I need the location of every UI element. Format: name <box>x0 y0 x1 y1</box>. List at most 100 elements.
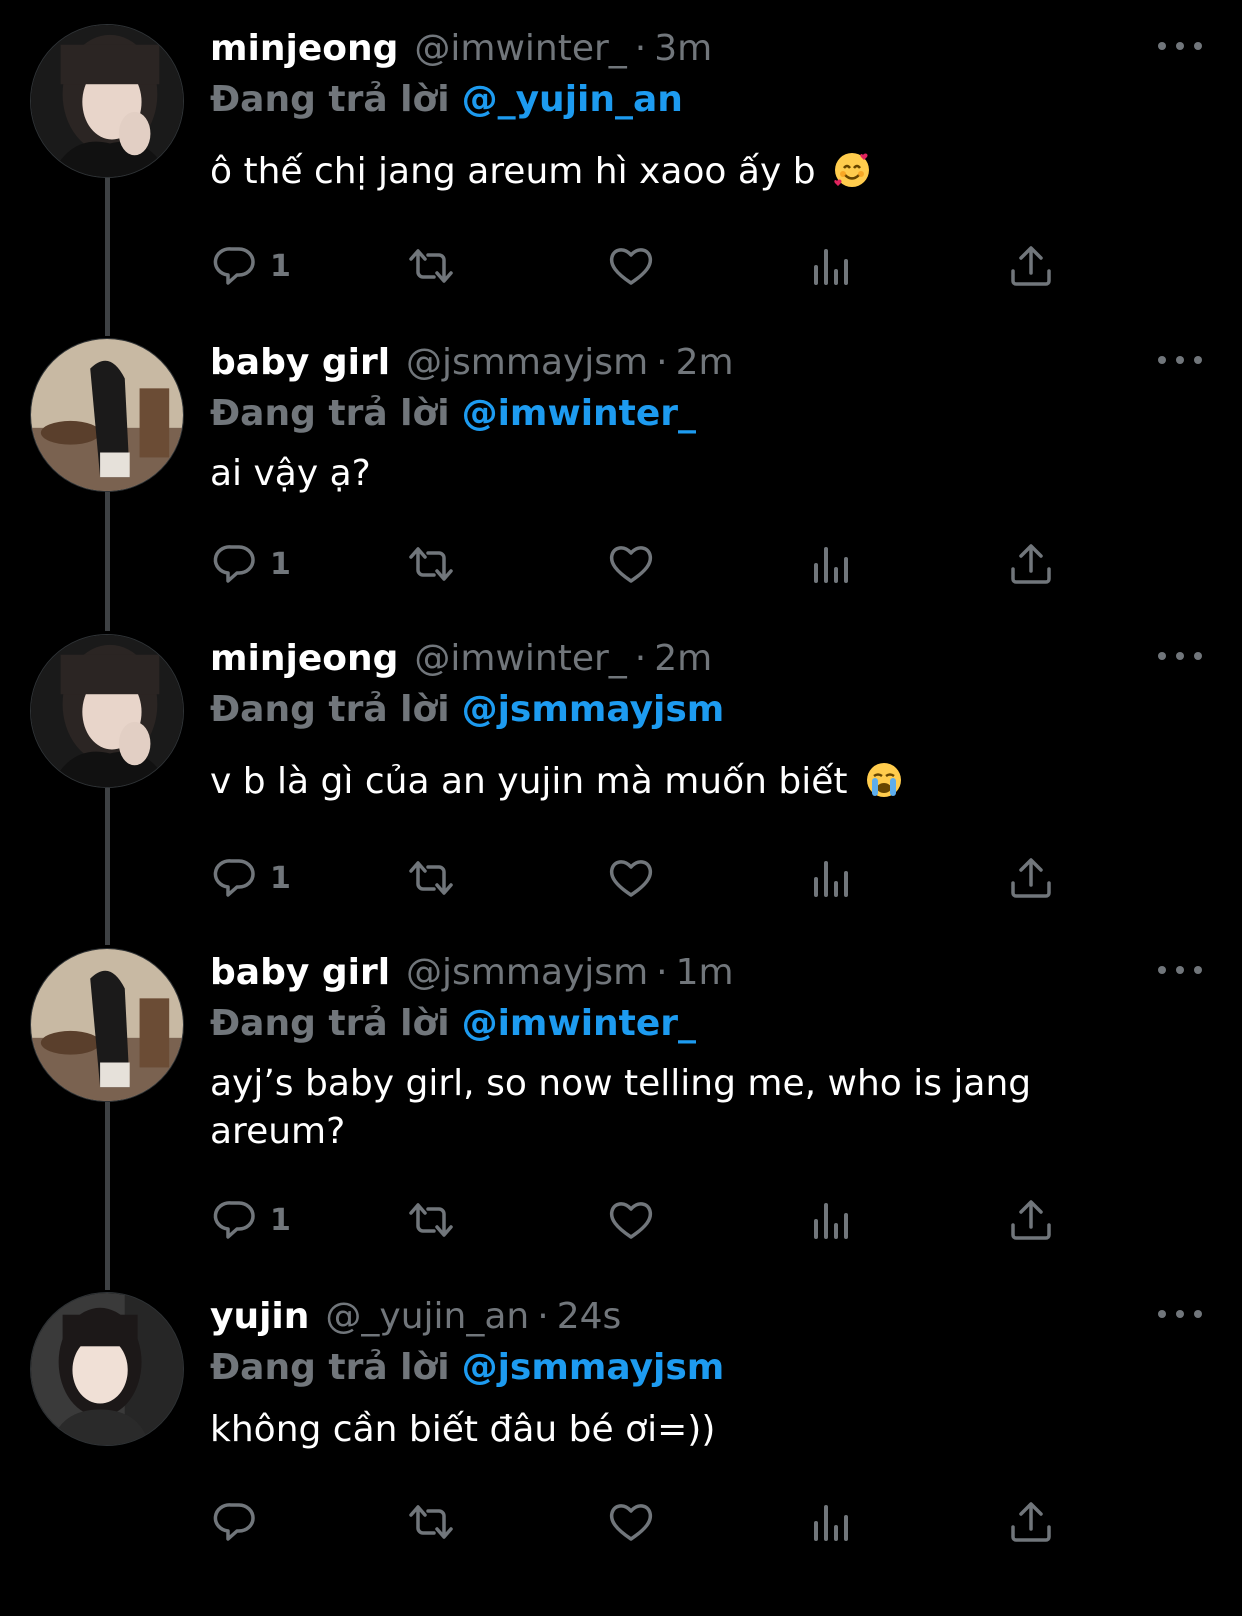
reply-button[interactable]: 1 <box>210 1194 291 1246</box>
avatar-photo <box>31 949 183 1101</box>
more-options-button[interactable] <box>1158 646 1202 666</box>
avatar-photo <box>31 25 183 177</box>
reply-icon <box>213 1503 255 1541</box>
share-button[interactable] <box>1006 240 1056 292</box>
retweet-button[interactable] <box>406 240 456 292</box>
views-button[interactable] <box>806 1496 856 1548</box>
display-name[interactable]: minjeong <box>210 638 398 679</box>
more-options-button[interactable] <box>1158 1304 1202 1324</box>
like-button[interactable] <box>606 1194 656 1246</box>
heart-icon <box>609 860 653 897</box>
avatar[interactable] <box>30 1292 184 1446</box>
reply-button[interactable]: 1 <box>210 852 291 904</box>
avatar[interactable] <box>30 634 184 788</box>
user-handle[interactable]: @jsmmayjsm <box>406 952 648 993</box>
share-button[interactable] <box>1006 1194 1056 1246</box>
retweet-button[interactable] <box>406 1496 456 1548</box>
avatar[interactable] <box>30 24 184 178</box>
replying-to-label: Đang trả lời <box>210 393 450 434</box>
reply-to-handle[interactable]: @_yujin_an <box>462 79 683 120</box>
like-button[interactable] <box>606 240 656 292</box>
reply-to-handle[interactable]: @imwinter_ <box>462 1003 696 1044</box>
views-button[interactable] <box>806 240 856 292</box>
smiling-face-with-hearts-icon <box>834 153 870 187</box>
user-handle[interactable]: @_yujin_an <box>325 1296 529 1337</box>
timestamp[interactable]: 2m <box>654 638 712 679</box>
like-button[interactable] <box>606 852 656 904</box>
reply-count: 1 <box>270 248 291 284</box>
views-button[interactable] <box>806 852 856 904</box>
timestamp[interactable]: 3m <box>654 28 712 69</box>
tweet-text-block: ayj’s baby girl, so now telling me, who … <box>210 1060 1090 1156</box>
share-button[interactable] <box>1006 852 1056 904</box>
like-button[interactable] <box>606 538 656 590</box>
reply-count: 1 <box>270 546 291 582</box>
retweet-button[interactable] <box>406 1194 456 1246</box>
share-icon <box>1011 544 1051 584</box>
views-button[interactable] <box>806 1194 856 1246</box>
views-button[interactable] <box>806 538 856 590</box>
replying-to-label: Đang trả lời <box>210 1347 450 1388</box>
action-bar: 1 <box>210 240 1110 292</box>
retweet-button[interactable] <box>406 538 456 590</box>
share-button[interactable] <box>1006 538 1056 590</box>
views-icon <box>814 547 848 583</box>
replying-to-label: Đang trả lời <box>210 689 450 730</box>
retweet-button[interactable] <box>406 852 456 904</box>
retweet-icon <box>409 547 453 581</box>
more-icon <box>1158 966 1166 974</box>
reply-count: 1 <box>270 1202 291 1238</box>
action-bar: 1 <box>210 538 1110 590</box>
reply-icon <box>213 859 255 897</box>
replying-to-label: Đang trả lời <box>210 1003 450 1044</box>
user-handle[interactable]: @imwinter_ <box>414 28 626 69</box>
share-button[interactable] <box>1006 1496 1056 1548</box>
tweet-text-block: ai vậy ạ? <box>210 450 1182 498</box>
retweet-icon <box>409 1505 453 1539</box>
reply-to-handle[interactable]: @jsmmayjsm <box>462 1347 725 1388</box>
tweet[interactable]: minjeong @imwinter_ · 2m Đang trả lời @jsmma… <box>0 634 1242 924</box>
avatar[interactable] <box>30 338 184 492</box>
separator-dot: · <box>634 638 647 679</box>
reply-button[interactable]: 1 <box>210 538 291 590</box>
tweet-text-block: không cần biết đâu bé ơi=)) <box>210 1406 1182 1454</box>
heart-icon <box>609 546 653 583</box>
more-options-button[interactable] <box>1158 350 1202 370</box>
display-name[interactable]: baby girl <box>210 952 390 993</box>
separator-dot: · <box>634 28 647 69</box>
reply-button[interactable] <box>210 1496 270 1548</box>
display-name[interactable]: baby girl <box>210 342 390 383</box>
display-name[interactable]: yujin <box>210 1296 309 1337</box>
reply-to-handle[interactable]: @imwinter_ <box>462 393 696 434</box>
tweet[interactable]: baby girl @jsmmayjsm · 1m Đang trả lời @imwi… <box>0 948 1242 1254</box>
tweet-text: không cần biết đâu bé ơi=)) <box>210 1409 716 1450</box>
views-icon <box>814 1203 848 1239</box>
more-icon <box>1158 356 1166 364</box>
heart-icon <box>609 1202 653 1239</box>
share-icon <box>1011 1502 1051 1542</box>
heart-icon <box>609 1504 653 1541</box>
reply-button[interactable]: 1 <box>210 240 291 292</box>
reply-to-handle[interactable]: @jsmmayjsm <box>462 689 725 730</box>
share-icon <box>1011 1200 1051 1240</box>
timestamp[interactable]: 1m <box>676 952 734 993</box>
display-name[interactable]: minjeong <box>210 28 398 69</box>
avatar[interactable] <box>30 948 184 1102</box>
tweet[interactable]: yujin @_yujin_an · 24s Đang trả lời @jsmmayj… <box>0 1292 1242 1592</box>
like-button[interactable] <box>606 1496 656 1548</box>
timestamp[interactable]: 24s <box>557 1296 622 1337</box>
timestamp[interactable]: 2m <box>676 342 734 383</box>
replying-to-label: Đang trả lời <box>210 79 450 120</box>
tweet-text-block: ô thế chị jang areum hì xaoo ấy b <box>210 148 1182 196</box>
tweet[interactable]: minjeong @imwinter_ · 3m Đang trả lời @_yuji… <box>0 24 1242 294</box>
user-handle[interactable]: @imwinter_ <box>414 638 626 679</box>
loudly-crying-face-icon <box>866 763 901 797</box>
reply-count: 1 <box>270 860 291 896</box>
more-options-button[interactable] <box>1158 36 1202 56</box>
tweet[interactable]: baby girl @jsmmayjsm · 2m Đang trả lời @imwi… <box>0 338 1242 600</box>
user-handle[interactable]: @jsmmayjsm <box>406 342 648 383</box>
retweet-icon <box>409 1203 453 1237</box>
separator-dot: · <box>537 1296 549 1337</box>
more-options-button[interactable] <box>1158 960 1202 980</box>
action-bar <box>210 1496 1110 1548</box>
